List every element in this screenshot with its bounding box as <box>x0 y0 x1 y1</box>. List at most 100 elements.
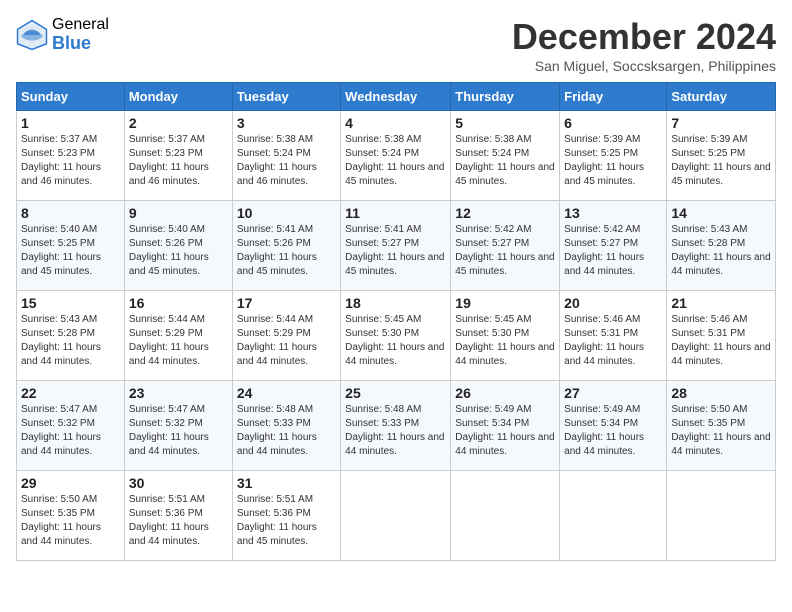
day-number: 21 <box>671 295 771 311</box>
day-number: 15 <box>21 295 120 311</box>
logo-text: General Blue <box>52 16 109 53</box>
day-number: 1 <box>21 115 120 131</box>
calendar-cell: 29 Sunrise: 5:50 AMSunset: 5:35 PMDaylig… <box>17 471 125 561</box>
day-detail: Sunrise: 5:48 AMSunset: 5:33 PMDaylight:… <box>237 404 317 457</box>
logo-general: General <box>52 16 109 34</box>
calendar-week-row: 29 Sunrise: 5:50 AMSunset: 5:35 PMDaylig… <box>17 471 776 561</box>
day-detail: Sunrise: 5:40 AMSunset: 5:26 PMDaylight:… <box>129 224 209 277</box>
day-number: 28 <box>671 385 771 401</box>
location: San Miguel, Soccsksargen, Philippines <box>512 58 776 74</box>
calendar-cell: 9 Sunrise: 5:40 AMSunset: 5:26 PMDayligh… <box>124 201 232 291</box>
calendar-cell: 2 Sunrise: 5:37 AMSunset: 5:23 PMDayligh… <box>124 111 232 201</box>
day-number: 3 <box>237 115 336 131</box>
calendar-cell: 26 Sunrise: 5:49 AMSunset: 5:34 PMDaylig… <box>451 381 560 471</box>
day-detail: Sunrise: 5:37 AMSunset: 5:23 PMDaylight:… <box>21 134 101 187</box>
day-detail: Sunrise: 5:41 AMSunset: 5:26 PMDaylight:… <box>237 224 317 277</box>
calendar-cell <box>451 471 560 561</box>
day-detail: Sunrise: 5:38 AMSunset: 5:24 PMDaylight:… <box>455 134 554 187</box>
calendar-cell: 11 Sunrise: 5:41 AMSunset: 5:27 PMDaylig… <box>341 201 451 291</box>
day-detail: Sunrise: 5:49 AMSunset: 5:34 PMDaylight:… <box>564 404 644 457</box>
calendar-cell: 18 Sunrise: 5:45 AMSunset: 5:30 PMDaylig… <box>341 291 451 381</box>
day-detail: Sunrise: 5:50 AMSunset: 5:35 PMDaylight:… <box>21 494 101 547</box>
day-number: 5 <box>455 115 555 131</box>
calendar-week-row: 15 Sunrise: 5:43 AMSunset: 5:28 PMDaylig… <box>17 291 776 381</box>
calendar-cell: 17 Sunrise: 5:44 AMSunset: 5:29 PMDaylig… <box>232 291 340 381</box>
day-detail: Sunrise: 5:42 AMSunset: 5:27 PMDaylight:… <box>564 224 644 277</box>
calendar-cell: 6 Sunrise: 5:39 AMSunset: 5:25 PMDayligh… <box>560 111 667 201</box>
calendar-cell: 4 Sunrise: 5:38 AMSunset: 5:24 PMDayligh… <box>341 111 451 201</box>
header-saturday: Saturday <box>667 83 776 111</box>
calendar-cell: 20 Sunrise: 5:46 AMSunset: 5:31 PMDaylig… <box>560 291 667 381</box>
calendar-cell: 3 Sunrise: 5:38 AMSunset: 5:24 PMDayligh… <box>232 111 340 201</box>
day-detail: Sunrise: 5:41 AMSunset: 5:27 PMDaylight:… <box>345 224 444 277</box>
month-title: December 2024 <box>512 16 776 58</box>
calendar-cell: 13 Sunrise: 5:42 AMSunset: 5:27 PMDaylig… <box>560 201 667 291</box>
day-number: 14 <box>671 205 771 221</box>
calendar-cell: 5 Sunrise: 5:38 AMSunset: 5:24 PMDayligh… <box>451 111 560 201</box>
day-number: 26 <box>455 385 555 401</box>
calendar-header: Sunday Monday Tuesday Wednesday Thursday… <box>17 83 776 111</box>
calendar-cell: 8 Sunrise: 5:40 AMSunset: 5:25 PMDayligh… <box>17 201 125 291</box>
header-monday: Monday <box>124 83 232 111</box>
calendar-table: Sunday Monday Tuesday Wednesday Thursday… <box>16 82 776 561</box>
day-detail: Sunrise: 5:49 AMSunset: 5:34 PMDaylight:… <box>455 404 554 457</box>
calendar-cell: 12 Sunrise: 5:42 AMSunset: 5:27 PMDaylig… <box>451 201 560 291</box>
day-number: 2 <box>129 115 228 131</box>
day-number: 24 <box>237 385 336 401</box>
day-number: 9 <box>129 205 228 221</box>
calendar-week-row: 1 Sunrise: 5:37 AMSunset: 5:23 PMDayligh… <box>17 111 776 201</box>
day-detail: Sunrise: 5:50 AMSunset: 5:35 PMDaylight:… <box>671 404 770 457</box>
header-wednesday: Wednesday <box>341 83 451 111</box>
logo: General Blue <box>16 16 109 53</box>
day-number: 12 <box>455 205 555 221</box>
calendar-cell: 22 Sunrise: 5:47 AMSunset: 5:32 PMDaylig… <box>17 381 125 471</box>
header-sunday: Sunday <box>17 83 125 111</box>
day-detail: Sunrise: 5:45 AMSunset: 5:30 PMDaylight:… <box>345 314 444 367</box>
calendar-cell: 21 Sunrise: 5:46 AMSunset: 5:31 PMDaylig… <box>667 291 776 381</box>
day-number: 6 <box>564 115 662 131</box>
day-number: 17 <box>237 295 336 311</box>
day-detail: Sunrise: 5:44 AMSunset: 5:29 PMDaylight:… <box>237 314 317 367</box>
day-detail: Sunrise: 5:51 AMSunset: 5:36 PMDaylight:… <box>237 494 317 547</box>
day-detail: Sunrise: 5:51 AMSunset: 5:36 PMDaylight:… <box>129 494 209 547</box>
day-number: 31 <box>237 475 336 491</box>
day-detail: Sunrise: 5:45 AMSunset: 5:30 PMDaylight:… <box>455 314 554 367</box>
day-detail: Sunrise: 5:43 AMSunset: 5:28 PMDaylight:… <box>671 224 770 277</box>
calendar-cell: 14 Sunrise: 5:43 AMSunset: 5:28 PMDaylig… <box>667 201 776 291</box>
calendar-cell: 27 Sunrise: 5:49 AMSunset: 5:34 PMDaylig… <box>560 381 667 471</box>
day-number: 4 <box>345 115 446 131</box>
calendar-week-row: 22 Sunrise: 5:47 AMSunset: 5:32 PMDaylig… <box>17 381 776 471</box>
calendar-body: 1 Sunrise: 5:37 AMSunset: 5:23 PMDayligh… <box>17 111 776 561</box>
day-number: 27 <box>564 385 662 401</box>
day-number: 16 <box>129 295 228 311</box>
day-detail: Sunrise: 5:39 AMSunset: 5:25 PMDaylight:… <box>671 134 770 187</box>
logo-blue: Blue <box>52 34 109 54</box>
logo-icon <box>16 19 48 51</box>
calendar-cell: 30 Sunrise: 5:51 AMSunset: 5:36 PMDaylig… <box>124 471 232 561</box>
calendar-cell: 19 Sunrise: 5:45 AMSunset: 5:30 PMDaylig… <box>451 291 560 381</box>
day-number: 22 <box>21 385 120 401</box>
day-detail: Sunrise: 5:44 AMSunset: 5:29 PMDaylight:… <box>129 314 209 367</box>
title-block: December 2024 San Miguel, Soccsksargen, … <box>512 16 776 74</box>
day-detail: Sunrise: 5:46 AMSunset: 5:31 PMDaylight:… <box>671 314 770 367</box>
calendar-cell: 28 Sunrise: 5:50 AMSunset: 5:35 PMDaylig… <box>667 381 776 471</box>
calendar-cell: 23 Sunrise: 5:47 AMSunset: 5:32 PMDaylig… <box>124 381 232 471</box>
day-number: 20 <box>564 295 662 311</box>
calendar-cell: 7 Sunrise: 5:39 AMSunset: 5:25 PMDayligh… <box>667 111 776 201</box>
day-number: 11 <box>345 205 446 221</box>
day-number: 8 <box>21 205 120 221</box>
header-thursday: Thursday <box>451 83 560 111</box>
day-detail: Sunrise: 5:39 AMSunset: 5:25 PMDaylight:… <box>564 134 644 187</box>
day-number: 30 <box>129 475 228 491</box>
day-number: 7 <box>671 115 771 131</box>
header-friday: Friday <box>560 83 667 111</box>
calendar-cell <box>341 471 451 561</box>
day-detail: Sunrise: 5:38 AMSunset: 5:24 PMDaylight:… <box>345 134 444 187</box>
calendar-cell: 24 Sunrise: 5:48 AMSunset: 5:33 PMDaylig… <box>232 381 340 471</box>
day-number: 29 <box>21 475 120 491</box>
day-number: 13 <box>564 205 662 221</box>
calendar-cell <box>560 471 667 561</box>
header-row: Sunday Monday Tuesday Wednesday Thursday… <box>17 83 776 111</box>
calendar-cell: 10 Sunrise: 5:41 AMSunset: 5:26 PMDaylig… <box>232 201 340 291</box>
day-number: 10 <box>237 205 336 221</box>
